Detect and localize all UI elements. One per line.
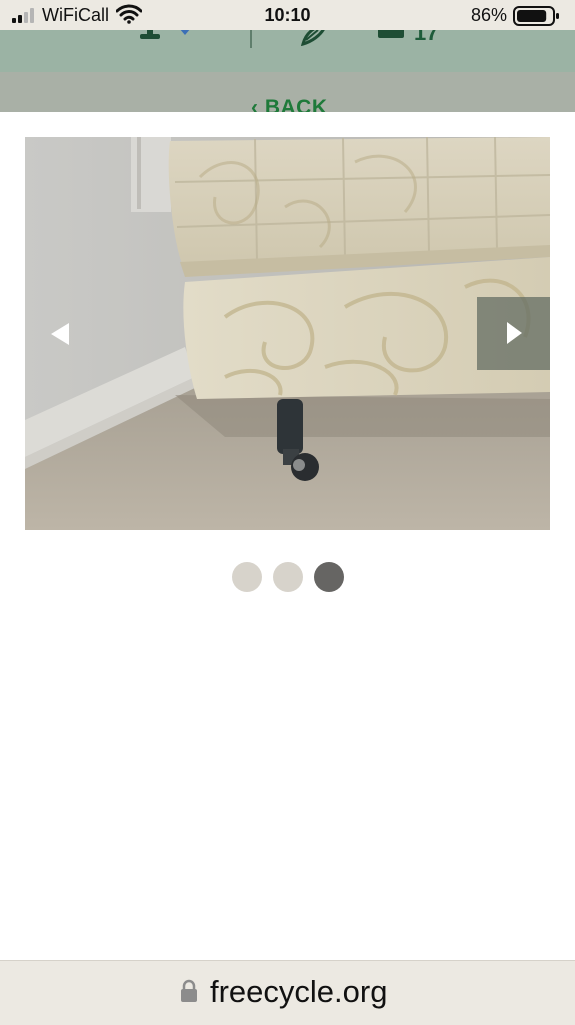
image-gallery [25, 137, 550, 530]
chevron-right-icon [507, 322, 522, 344]
nav-divider [250, 30, 252, 48]
slide-dot-1[interactable] [232, 562, 262, 592]
dropdown-caret-icon[interactable] [178, 30, 192, 37]
slide-dot-3[interactable] [314, 562, 344, 592]
next-slide-button[interactable] [477, 297, 550, 370]
mail-icon[interactable] [378, 30, 404, 40]
battery-icon [513, 6, 559, 26]
item-photo [25, 137, 550, 530]
top-nav: 17 [0, 30, 575, 72]
browser-address-bar[interactable]: freecycle.org [0, 960, 575, 1025]
chevron-left-icon[interactable] [47, 321, 71, 347]
battery-percent: 86% [470, 5, 507, 25]
status-bar: WiFiCall 10:10 86% [0, 0, 575, 30]
sub-nav: ‹ BACK [0, 72, 575, 112]
back-link[interactable]: ‹ BACK [251, 96, 328, 112]
message-count[interactable]: 17 [414, 30, 438, 46]
leaf-icon[interactable] [300, 30, 330, 46]
user-icon[interactable] [137, 30, 163, 44]
lock-icon [181, 979, 197, 1002]
url-text[interactable]: freecycle.org [210, 974, 387, 1010]
slide-dot-2[interactable] [273, 562, 303, 592]
slide-indicators [232, 562, 344, 592]
